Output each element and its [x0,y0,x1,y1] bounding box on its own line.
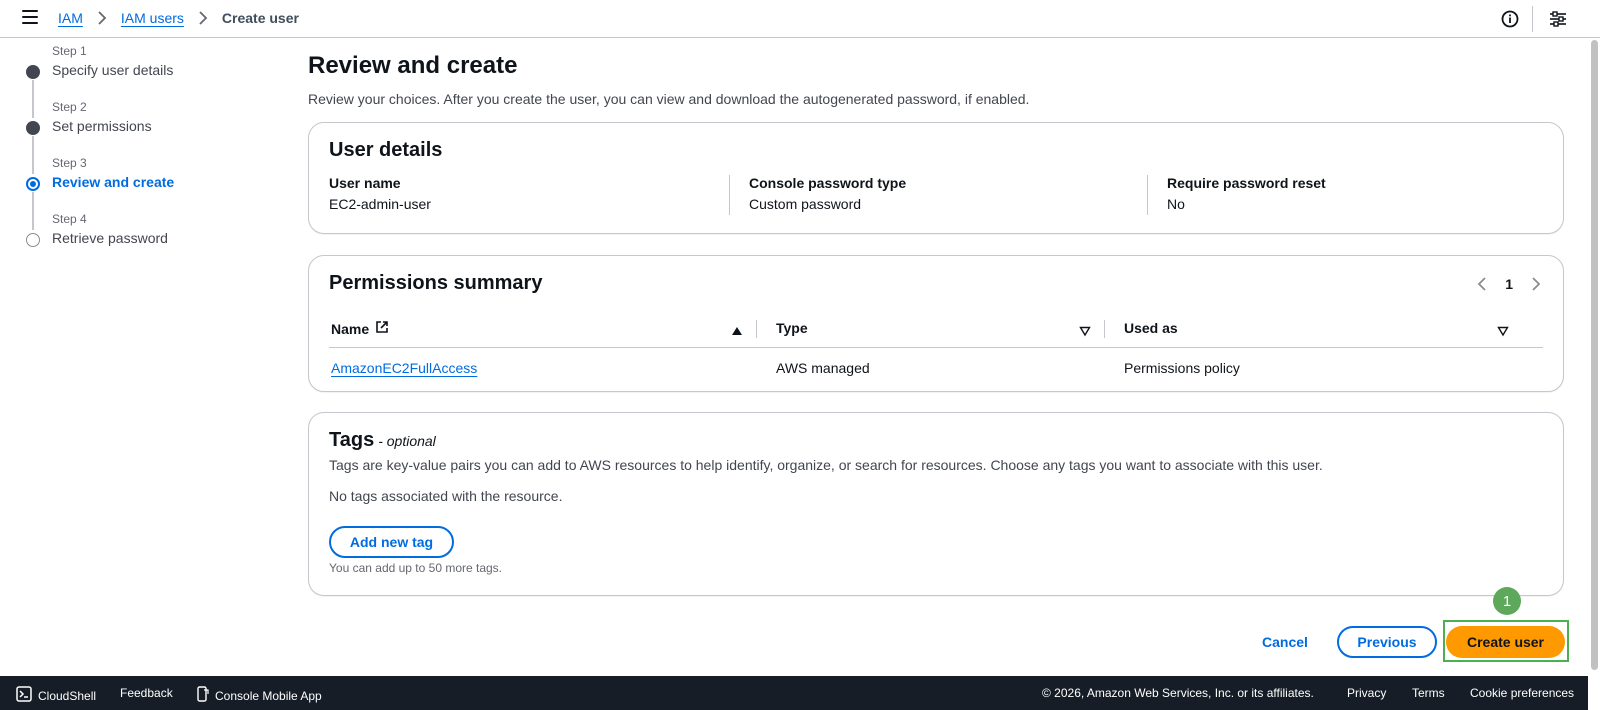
sort-up-icon[interactable] [731,324,743,336]
info-icon[interactable] [1500,9,1520,29]
column-header-used-as[interactable]: Used as [1124,320,1178,336]
step-title: Retrieve password [52,230,168,246]
table-header: Name Type Used as [329,316,1543,348]
policy-type: AWS managed [776,360,870,376]
privacy-link[interactable]: Privacy [1347,686,1386,700]
step-title: Review and create [52,174,175,190]
field-divider [729,175,730,215]
field-value: Custom password [749,196,862,212]
cloudshell-label: CloudShell [38,688,97,703]
user-name-field: User name EC2-admin-user [329,175,431,212]
step-2[interactable]: Step 2 Set permissions [24,98,284,154]
step-pending-icon [26,233,40,247]
cookie-preferences-link[interactable]: Cookie preferences [1470,686,1574,700]
wizard-steps: Step 1 Specify user details Step 2 Set p… [24,42,284,266]
topbar-divider [1532,6,1533,32]
step-title[interactable]: Set permissions [52,118,152,134]
terms-link[interactable]: Terms [1412,686,1445,700]
field-label: Require password reset [1167,175,1326,191]
step-number: Step 1 [52,44,87,58]
chevron-right-icon [198,11,208,25]
policy-name-link[interactable]: AmazonEC2FullAccess [331,360,477,376]
column-label: Type [776,320,808,336]
menu-icon[interactable] [22,10,38,26]
cloudshell-link[interactable]: CloudShell [16,686,96,705]
tags-empty-message: No tags associated with the resource. [329,488,563,504]
add-new-tag-button[interactable]: Add new tag [329,526,454,558]
external-link-icon [375,320,389,337]
breadcrumb: IAM IAM users Create user [58,10,299,26]
chevron-right-icon [97,11,107,25]
step-number: Step 4 [52,212,87,226]
page-title: Review and create [308,52,518,79]
breadcrumb-iam[interactable]: IAM [58,10,83,26]
footer: CloudShell Feedback Console Mobile App ©… [0,676,1588,710]
field-value: EC2-admin-user [329,196,431,212]
copyright-text: © 2026, Amazon Web Services, Inc. or its… [1042,686,1314,700]
breadcrumb-current: Create user [221,10,299,26]
user-details-card: User details User name EC2-admin-user Co… [308,122,1564,234]
step-3: Step 3 Review and create [24,154,284,210]
tags-title: Tags - optional [329,429,436,452]
policy-used-as: Permissions policy [1124,360,1240,376]
step-title[interactable]: Specify user details [52,62,173,78]
permissions-summary-title: Permissions summary [329,272,543,294]
chevron-left-icon[interactable] [1475,276,1491,292]
password-reset-field: Require password reset No [1167,175,1326,212]
mobile-app-label: Console Mobile App [215,688,322,703]
highlight-box [1443,620,1569,662]
column-divider [1104,320,1105,338]
permissions-summary-card: Permissions summary 1 Name Type Used as … [308,255,1564,392]
step-number: Step 3 [52,156,87,170]
field-value: No [1167,196,1185,212]
pagination: 1 [1475,276,1543,292]
field-label: Console password type [749,175,907,191]
page-description: Review your choices. After you create th… [308,91,1030,107]
step-active-icon [26,177,40,191]
page-number[interactable]: 1 [1505,276,1513,292]
step-complete-icon [26,121,40,135]
user-details-title: User details [329,139,443,161]
console-mobile-app-link[interactable]: Console Mobile App [197,686,322,705]
step-number: Step 2 [52,100,87,114]
settings-sliders-icon[interactable] [1548,9,1568,29]
cancel-button[interactable]: Cancel [1262,634,1308,650]
tags-optional-label: - optional [378,433,436,449]
breadcrumb-iam-users[interactable]: IAM users [121,10,184,26]
field-divider [1147,175,1148,215]
previous-button[interactable]: Previous [1337,626,1437,658]
step-1[interactable]: Step 1 Specify user details [24,42,284,98]
mobile-app-icon [197,686,209,705]
chevron-right-icon[interactable] [1527,276,1543,292]
tags-title-text: Tags [329,429,375,451]
tags-card: Tags - optional Tags are key-value pairs … [308,412,1564,596]
column-header-type[interactable]: Type [776,320,808,336]
tags-description: Tags are key-value pairs you can add to … [329,457,1323,473]
field-label: User name [329,175,401,191]
sort-down-icon[interactable] [1497,324,1509,337]
column-label: Name [331,320,370,337]
feedback-link[interactable]: Feedback [120,686,173,700]
tags-hint: You can add up to 50 more tags. [329,561,503,575]
column-label: Used as [1124,320,1178,336]
scrollbar-thumb[interactable] [1591,40,1598,670]
step-marker-badge: 1 [1493,587,1521,615]
password-type-field: Console password type Custom password [749,175,906,212]
column-divider [756,320,757,338]
main-content: Review and create Review your choices. A… [308,42,1564,596]
sort-down-icon[interactable] [1079,324,1091,337]
column-header-name[interactable]: Name [331,320,389,337]
terminal-icon [16,686,32,705]
top-navigation-bar: IAM IAM users Create user [0,0,1600,38]
step-4: Step 4 Retrieve password [24,210,284,266]
step-complete-icon [26,65,40,79]
